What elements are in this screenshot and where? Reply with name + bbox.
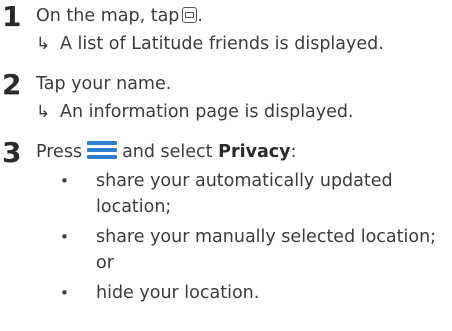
step-result: A list of Latitude friends is displayed. bbox=[60, 34, 384, 54]
list-view-icon bbox=[182, 7, 198, 23]
bullet-item: share your manually selected location; bbox=[96, 227, 437, 247]
privacy-option: Privacy bbox=[218, 142, 291, 162]
menu-icon bbox=[87, 141, 118, 159]
result-arrow-icon: ↳ bbox=[36, 102, 51, 122]
instruction-punctuation: . bbox=[197, 6, 203, 26]
bullet-icon: • bbox=[60, 172, 69, 190]
instruction-text: On the map, tap bbox=[36, 6, 180, 26]
step-instruction: On the map, tap. bbox=[36, 5, 203, 27]
step-instruction: Tap your name. bbox=[36, 74, 172, 94]
bullet-icon: • bbox=[60, 284, 69, 302]
bullet-item: hide your location. bbox=[96, 283, 260, 303]
instruction-text: and select bbox=[122, 142, 213, 162]
instruction-punctuation: : bbox=[290, 142, 297, 162]
step-number: 2 bbox=[2, 68, 22, 101]
bullet-item-continuation: location; bbox=[96, 197, 172, 217]
bullet-icon: • bbox=[60, 228, 69, 246]
bullet-item-continuation: or bbox=[96, 253, 114, 273]
step-number: 1 bbox=[2, 0, 22, 33]
step-result: An information page is displayed. bbox=[60, 102, 354, 122]
instruction-text: Press bbox=[36, 142, 83, 162]
result-arrow-icon: ↳ bbox=[36, 34, 51, 54]
bullet-item: share your automatically updated bbox=[96, 171, 393, 191]
step-number: 3 bbox=[2, 136, 22, 169]
step-instruction: Press and select Privacy: bbox=[36, 141, 296, 163]
